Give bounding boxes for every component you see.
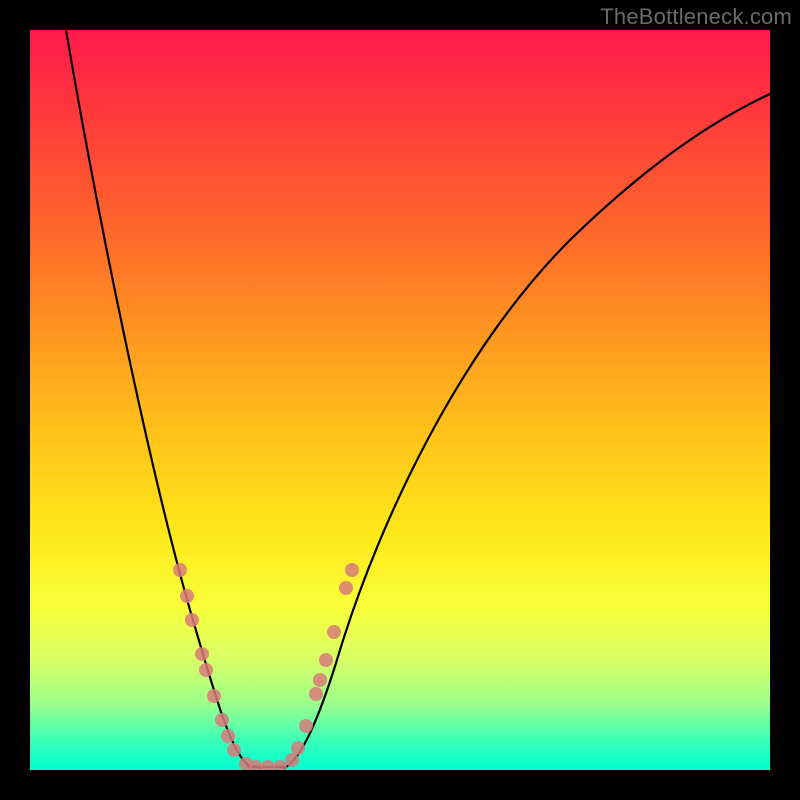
right-curve xyxy=(284,94,770,768)
data-dot xyxy=(185,613,199,627)
data-dot xyxy=(273,760,287,770)
data-dot xyxy=(291,741,305,755)
data-dot xyxy=(319,653,333,667)
data-dot xyxy=(345,563,359,577)
data-dot xyxy=(309,687,323,701)
data-dot xyxy=(261,760,275,770)
data-dot xyxy=(199,663,213,677)
plot-area xyxy=(30,30,770,770)
dots-group xyxy=(173,563,359,770)
data-dot xyxy=(173,563,187,577)
data-dot xyxy=(227,743,241,757)
curve-svg xyxy=(30,30,770,770)
data-dot xyxy=(285,753,299,767)
data-dot xyxy=(327,625,341,639)
watermark-text: TheBottleneck.com xyxy=(600,4,792,30)
data-dot xyxy=(180,589,194,603)
data-dot xyxy=(339,581,353,595)
left-curve xyxy=(66,30,262,768)
data-dot xyxy=(221,729,235,743)
data-dot xyxy=(215,713,229,727)
data-dot xyxy=(313,673,327,687)
data-dot xyxy=(299,719,313,733)
data-dot xyxy=(195,647,209,661)
chart-frame: TheBottleneck.com xyxy=(0,0,800,800)
data-dot xyxy=(207,689,221,703)
